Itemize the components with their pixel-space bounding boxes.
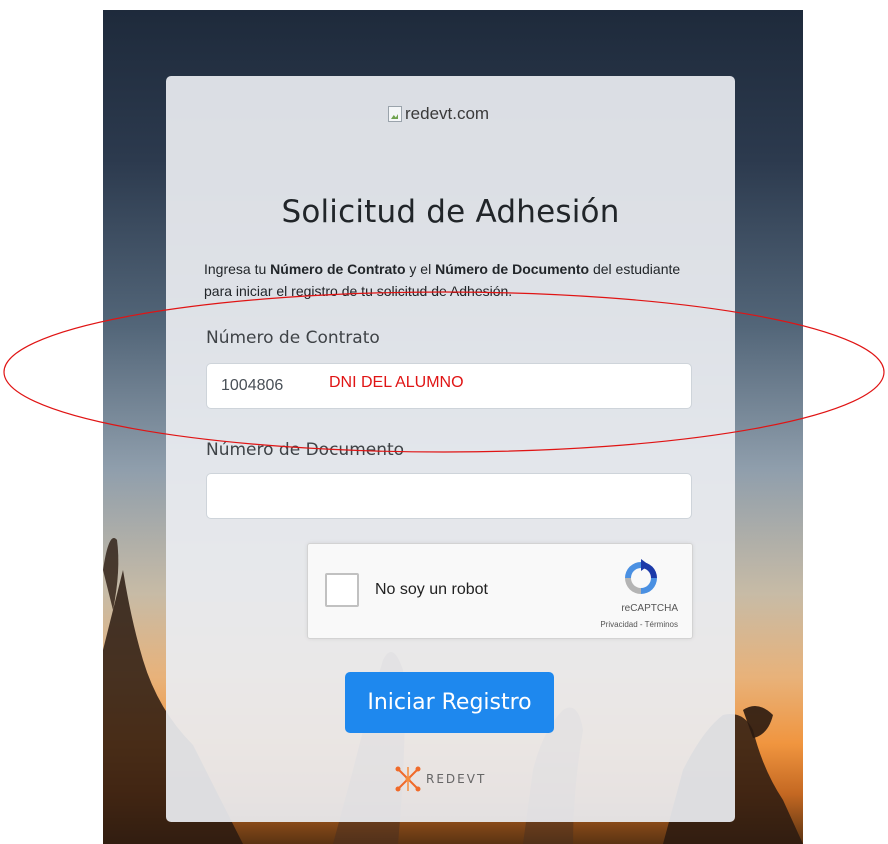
footer-brand-text: REDEVT <box>426 772 487 786</box>
recaptcha-widget: No soy un robot reCAPTCHA Privacidad - T… <box>307 543 693 639</box>
contract-input-value: 1004806 <box>221 377 284 394</box>
desc-bold-document: Número de Documento <box>435 261 590 277</box>
form-description: Ingresa tu Número de Contrato y el Númer… <box>204 258 704 302</box>
document-label: Número de Documento <box>206 440 405 460</box>
broken-image-icon <box>388 106 402 122</box>
document-input[interactable] <box>206 473 692 519</box>
desc-bold-contract: Número de Contrato <box>270 261 406 277</box>
submit-button[interactable]: Iniciar Registro <box>345 672 554 733</box>
desc-text-1: Ingresa tu <box>204 261 271 277</box>
signup-card: redevt.com Solicitud de Adhesión Ingresa… <box>166 76 735 822</box>
footer-logo: REDEVT <box>394 764 514 794</box>
recaptcha-brand: reCAPTCHA <box>621 603 678 614</box>
recaptcha-label: No soy un robot <box>375 581 488 598</box>
recaptcha-checkbox[interactable] <box>325 573 359 607</box>
redevt-logo-icon <box>395 766 421 792</box>
logo-alt-text: redevt.com <box>405 104 490 123</box>
desc-text-2: y el <box>405 261 436 277</box>
site-logo: redevt.com <box>388 104 518 124</box>
annotation-label: DNI DEL ALUMNO <box>329 374 464 391</box>
contract-label: Número de Contrato <box>206 328 380 348</box>
recaptcha-privacy-terms[interactable]: Privacidad - Términos <box>600 620 678 629</box>
page-title: Solicitud de Adhesión <box>281 194 620 230</box>
recaptcha-icon <box>625 559 657 594</box>
